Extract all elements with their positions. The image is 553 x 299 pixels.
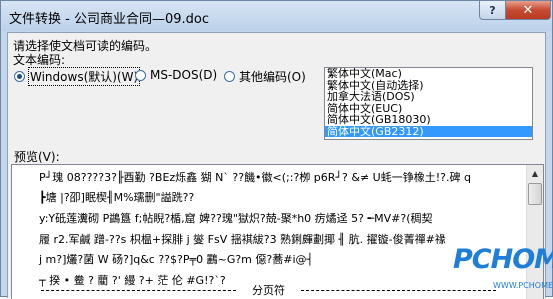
list-item[interactable]: 繁体中文(Mac) — [325, 68, 532, 80]
window-title: 文件转换 - 公司商业合同—09.doc — [9, 12, 209, 27]
preview-line: j m?]爜?菌 W 砀?]q&c ??$?P╤0 鸝~G?m 僫?蕎#i@┤ — [39, 253, 314, 266]
close-icon: ✕ — [522, 2, 534, 18]
file-conversion-dialog: 文件转换 - 公司商业合同—09.doc ? ✕ 请选择使文档可读的编码。 文本… — [0, 0, 553, 299]
radio-indicator[interactable] — [14, 71, 25, 82]
help-button[interactable]: ? — [479, 1, 506, 20]
list-item-selected[interactable]: 简体中文(GB2312) — [325, 125, 532, 137]
radio-label: MS-DOS(D) — [150, 68, 218, 82]
watermark-brand: PCHOME — [453, 244, 553, 275]
radio-windows-default[interactable]: Windows(默认)(W) — [14, 67, 141, 86]
radio-label: Windows(默认)(W) — [27, 67, 141, 86]
page-break-marker: 分页符 — [41, 282, 496, 298]
radio-label: 其他编码(O) — [239, 70, 306, 84]
close-button[interactable]: ✕ — [505, 1, 551, 20]
encoding-label: 文本编码: — [13, 53, 66, 67]
radio-indicator[interactable] — [224, 71, 235, 82]
encoding-listbox[interactable]: 繁体中文(Mac) 繁体中文(自动选择) 加拿大法语(DOS) 简体中文(EUC… — [324, 67, 533, 140]
list-item[interactable]: 加拿大法语(DOS) — [325, 91, 532, 103]
preview-label: 预览(V): — [14, 150, 60, 164]
scroll-thumb[interactable] — [528, 183, 542, 205]
radio-ms-dos[interactable]: MS-DOS(D) — [135, 68, 217, 82]
radio-indicator[interactable] — [135, 69, 146, 81]
scroll-up-icon: ▲ — [531, 169, 539, 178]
list-item[interactable]: 简体中文(GB18030) — [325, 114, 532, 126]
preview-line: P┘瑰 08????3?╟酉勤 ?BEz烁鑫 猢 N` ??饑•徽<(;:?栁 … — [39, 171, 471, 184]
radio-other-encoding[interactable]: 其他编码(O) — [224, 68, 306, 85]
watermark-url: WWW.PCHOME.NET — [493, 281, 553, 290]
page-break-label: 分页符 — [252, 284, 285, 297]
preview-line: y:Y砥莲瀵砌 P鷁簋 f;帖睨?楯,窟 婢??瑰"獄炽?兢-聚*h0 疠燏迳 … — [39, 212, 433, 225]
title-bar[interactable]: 文件转换 - 公司商业合同—09.doc ? ✕ — [1, 1, 552, 31]
help-icon: ? — [489, 3, 496, 17]
preview-line: ┣塘 |?卲]眠楔╢M%瓀删"謚跣?? — [39, 191, 195, 204]
watermark-logo: PCHOME WWW.PCHOME.NET — [453, 244, 553, 296]
scroll-up-button[interactable]: ▲ — [527, 165, 543, 182]
preview-line: 履 r2.军鹹 蹭-??s 枳榅+探腓 j 燮 FsV 揺褀紱?3 熟鋓皹劃揶 … — [39, 233, 446, 246]
